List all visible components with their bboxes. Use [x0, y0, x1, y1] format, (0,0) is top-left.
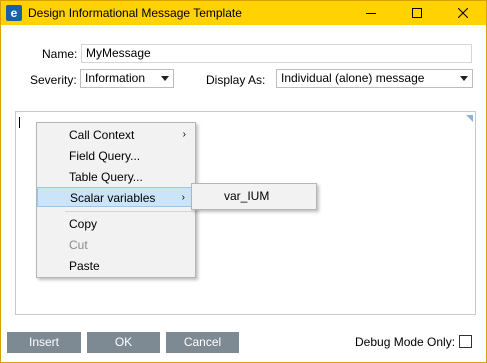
chevron-down-icon	[460, 76, 468, 81]
ok-button[interactable]: OK	[87, 332, 160, 353]
display-as-select[interactable]: Individual (alone) message	[276, 69, 473, 88]
app-logo-icon: e	[6, 5, 22, 21]
display-as-value: Individual (alone) message	[281, 71, 425, 85]
cancel-button[interactable]: Cancel	[166, 332, 239, 353]
dialog-window: e Design Informational Message Template …	[0, 0, 487, 363]
text-caret	[19, 117, 20, 128]
insert-button[interactable]: Insert	[7, 332, 81, 353]
menu-item-copy[interactable]: Copy	[37, 214, 195, 234]
debug-mode-label: Debug Mode Only:	[355, 335, 456, 349]
debug-mode-checkbox[interactable]	[459, 335, 472, 348]
menu-item-table-query[interactable]: Table Query...	[37, 167, 195, 187]
title-bar[interactable]: e Design Informational Message Template	[1, 1, 486, 25]
menu-separator	[65, 211, 193, 212]
menu-item-cut: Cut	[69, 238, 88, 252]
display-as-label: Display As:	[206, 73, 266, 87]
submenu-item-var-ium[interactable]: var_IUM	[192, 185, 316, 208]
resize-corner-icon[interactable]	[466, 115, 473, 122]
context-menu: Call Context › Field Query... Table Quer…	[36, 122, 196, 278]
menu-item-paste[interactable]: Paste	[37, 256, 195, 276]
menu-item-label: Call Context	[69, 128, 135, 142]
submenu-arrow-icon: ›	[181, 192, 185, 203]
severity-value: Information	[85, 71, 146, 85]
menu-item-scalar-variables[interactable]: Scalar variables ›	[37, 187, 195, 207]
severity-label: Severity:	[30, 73, 77, 87]
severity-select[interactable]: Information	[80, 69, 174, 88]
close-button[interactable]	[440, 1, 486, 25]
menu-item-call-context[interactable]: Call Context ›	[37, 125, 195, 145]
window-title: Design Informational Message Template	[28, 6, 242, 20]
menu-item-field-query[interactable]: Field Query...	[37, 146, 195, 166]
name-input[interactable]: MyMessage	[81, 44, 472, 63]
chevron-down-icon	[161, 76, 169, 81]
maximize-button[interactable]	[394, 1, 440, 25]
scalar-variables-submenu: var_IUM	[191, 183, 317, 210]
minimize-button[interactable]	[348, 1, 394, 25]
maximize-icon	[412, 8, 422, 18]
menu-item-label: Scalar variables	[70, 191, 156, 205]
minimize-icon	[366, 13, 376, 14]
name-label: Name:	[42, 47, 78, 61]
submenu-arrow-icon: ›	[182, 129, 186, 140]
close-icon	[458, 8, 468, 18]
